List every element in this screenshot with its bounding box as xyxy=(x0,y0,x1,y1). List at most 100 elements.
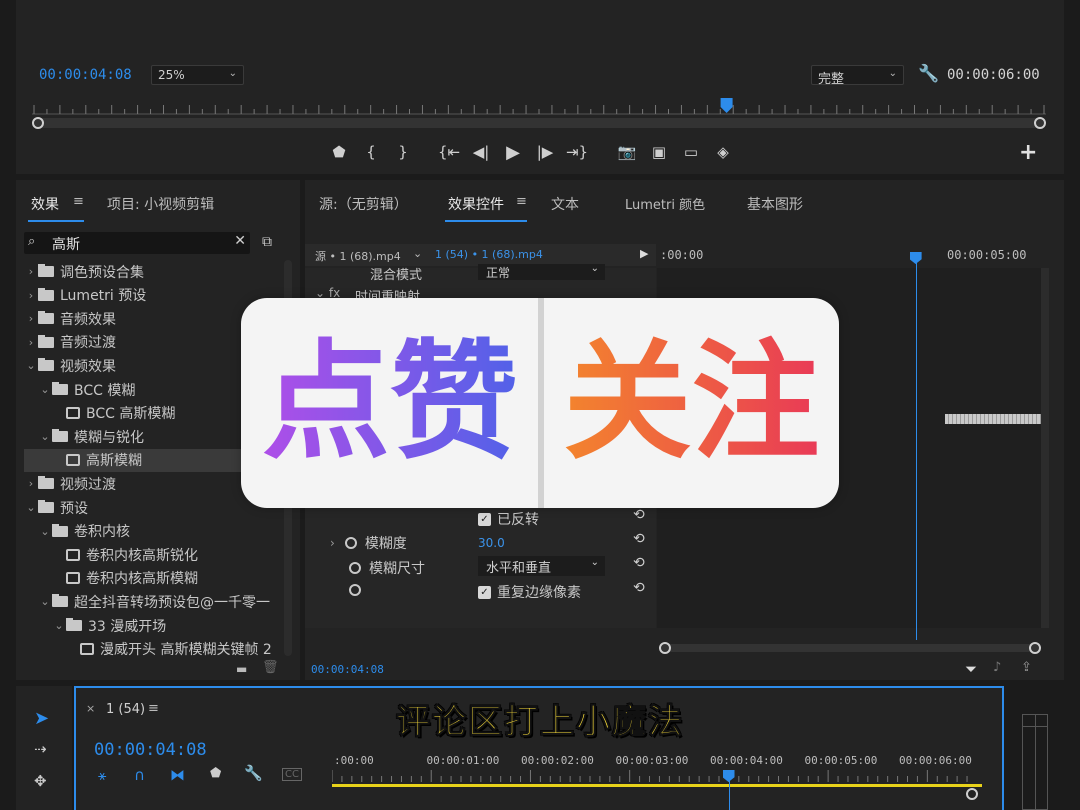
scroll-handle-right[interactable] xyxy=(1029,642,1041,654)
controls-playhead[interactable] xyxy=(915,252,917,640)
new-bin-icon[interactable]: ⧉ xyxy=(262,234,272,250)
chevron-right-icon[interactable]: › xyxy=(24,289,38,302)
step-back-icon[interactable]: ◀| xyxy=(468,143,494,161)
stopwatch-icon[interactable] xyxy=(349,562,361,574)
tab-project[interactable]: 项目: 小视频剪辑 xyxy=(107,194,214,214)
step-forward-icon[interactable]: |▶ xyxy=(532,143,558,161)
stopwatch-icon[interactable] xyxy=(349,584,361,596)
blend-mode-select[interactable]: 正常 ⌄ xyxy=(478,263,605,280)
tree-item[interactable]: › 调色预设合集 xyxy=(24,260,144,283)
reset-icon[interactable]: ⟲ xyxy=(633,507,645,523)
chevron-down-icon[interactable]: ⌄ xyxy=(24,501,38,514)
chevron-right-icon[interactable]: › xyxy=(24,336,38,349)
monitor-time-ruler[interactable] xyxy=(32,96,1046,118)
play-icon[interactable]: ▶ xyxy=(500,142,526,163)
monitor-zoom-scrollbar[interactable] xyxy=(32,117,1046,129)
chevron-down-icon[interactable]: ⌄ xyxy=(38,383,52,396)
mark-out-icon[interactable]: } xyxy=(390,143,416,161)
mark-in-icon[interactable]: { xyxy=(358,143,384,161)
clear-search-icon[interactable]: ✕ xyxy=(234,233,246,249)
tree-item[interactable]: ⌄ 卷积内核 xyxy=(24,520,130,543)
chevron-down-icon[interactable]: ⌄ xyxy=(38,525,52,538)
new-folder-icon[interactable]: ▬ xyxy=(236,662,247,676)
checkbox-checked[interactable]: ✓ xyxy=(478,512,491,526)
tree-item[interactable]: › Lumetri 预设 xyxy=(24,284,146,307)
captions-icon[interactable]: CC xyxy=(282,768,302,781)
stopwatch-icon[interactable] xyxy=(344,537,357,549)
audio-icon[interactable]: ♪ xyxy=(993,660,1001,675)
reset-icon[interactable]: ⟲ xyxy=(633,531,645,547)
panel-menu-icon[interactable]: ≡ xyxy=(516,194,527,209)
chevron-right-icon[interactable]: › xyxy=(24,265,38,278)
effects-search-box[interactable]: ⌕ 高斯 ✕ xyxy=(24,232,250,254)
vr-icon[interactable]: ◈ xyxy=(710,143,736,161)
go-to-in-icon[interactable]: {⇤ xyxy=(436,143,462,161)
tab-lumetri[interactable]: Lumetri 颜色 xyxy=(625,194,705,213)
chevron-down-icon[interactable]: ⌄ xyxy=(52,619,66,632)
chevron-down-icon[interactable]: ⌄ xyxy=(413,247,422,260)
export-frame-icon[interactable]: 📷 xyxy=(614,143,640,161)
timeline-settings-icon[interactable]: 🔧 xyxy=(244,764,263,782)
chevron-down-icon[interactable]: ⌄ xyxy=(38,430,52,443)
controls-playhead-handle[interactable] xyxy=(909,252,922,264)
go-to-out-icon[interactable]: ⇥} xyxy=(564,143,590,161)
quality-select[interactable]: 完整 ⌄ xyxy=(811,65,904,87)
search-input[interactable]: 高斯 xyxy=(52,234,80,254)
tree-item[interactable]: ⌄ 超全抖音转场预设包@一千零一 xyxy=(24,590,270,613)
tree-item[interactable]: › 视频过渡 xyxy=(24,472,116,495)
checkbox-checked[interactable]: ✓ xyxy=(478,585,491,599)
filter-icon[interactable]: ⏷ xyxy=(965,660,977,678)
blur-amount-value[interactable]: 30.0 xyxy=(478,536,505,550)
wrench-icon[interactable]: 🔧 xyxy=(918,64,939,84)
tab-effect-controls[interactable]: 效果控件 xyxy=(448,194,504,214)
tab-graphics[interactable]: 基本图形 xyxy=(747,194,803,214)
chevron-down-icon[interactable]: ⌄ xyxy=(24,359,38,372)
clip-active-label[interactable]: 1 (54) • 1 (68).mp4 xyxy=(435,248,543,261)
scroll-handle-right[interactable] xyxy=(1034,117,1046,129)
sequence-tab[interactable]: 1 (54) xyxy=(106,702,145,717)
nest-icon[interactable]: ⚹ xyxy=(98,768,106,784)
controls-hscrollbar[interactable] xyxy=(659,642,1041,654)
tree-item[interactable]: ⌄ 视频效果 xyxy=(24,354,116,377)
reset-icon[interactable]: ⟲ xyxy=(633,580,645,596)
tree-item[interactable]: ⌄ 33 漫威开场 xyxy=(24,614,166,637)
reset-icon[interactable]: ⟲ xyxy=(633,555,645,571)
zoom-select[interactable]: 25% ⌄ xyxy=(151,65,244,85)
work-area-bar[interactable] xyxy=(332,784,982,787)
blur-dimension-select[interactable]: 水平和垂直 ⌄ xyxy=(478,556,605,576)
close-tab-icon[interactable]: × xyxy=(86,702,95,715)
add-marker-icon[interactable]: ⬟ xyxy=(210,766,221,781)
repeat-edge-checkbox-row[interactable]: ✓ 重复边缘像素 xyxy=(478,582,581,602)
tree-item[interactable]: ⌄ 模糊与锐化 xyxy=(24,425,144,448)
snap-icon[interactable]: ∩ xyxy=(134,766,145,784)
monitor-current-time[interactable]: 00:00:04:08 xyxy=(39,67,132,83)
timeline-scroll-handle[interactable] xyxy=(966,788,978,800)
invert-checkbox-row[interactable]: ✓ 已反转 xyxy=(478,509,539,529)
tree-item[interactable]: 卷积内核高斯锐化 xyxy=(24,543,198,566)
tab-source[interactable]: 源:（无剪辑） xyxy=(319,194,408,214)
chevron-down-icon[interactable]: ⌄ xyxy=(38,595,52,608)
timeline-current-time[interactable]: 00:00:04:08 xyxy=(94,740,207,760)
linked-selection-icon[interactable]: ⧓ xyxy=(170,766,185,784)
tree-item[interactable]: BCC 高斯模糊 xyxy=(24,402,175,425)
tab-effects[interactable]: 效果 xyxy=(31,194,59,214)
tree-item[interactable]: › 音频效果 xyxy=(24,307,116,330)
clip-source-label[interactable]: 源 • 1 (68).mp4 xyxy=(315,248,401,264)
tab-text[interactable]: 文本 xyxy=(551,194,579,214)
marker-icon[interactable]: ⬟ xyxy=(326,143,352,161)
chevron-right-icon[interactable]: › xyxy=(24,312,38,325)
tree-item[interactable]: ⌄ 预设 xyxy=(24,496,88,519)
monitor-playhead[interactable] xyxy=(720,98,733,113)
tree-item[interactable]: ⌄ BCC 模糊 xyxy=(24,378,135,401)
scroll-handle-left[interactable] xyxy=(32,117,44,129)
controls-vscrollbar[interactable] xyxy=(1041,268,1049,628)
chevron-right-icon[interactable]: › xyxy=(330,536,335,550)
lift-icon[interactable]: ▣ xyxy=(646,143,672,161)
track-select-icon[interactable]: ⇢ xyxy=(34,740,47,758)
add-button-icon[interactable]: + xyxy=(1019,140,1037,165)
chevron-right-icon[interactable]: › xyxy=(24,477,38,490)
tree-item[interactable]: 高斯模糊 xyxy=(24,448,244,472)
effect-duration-bar[interactable] xyxy=(945,414,1043,424)
play-clip-icon[interactable]: ▶ xyxy=(640,247,648,260)
tree-item[interactable]: 卷积内核高斯模糊 xyxy=(24,567,198,590)
